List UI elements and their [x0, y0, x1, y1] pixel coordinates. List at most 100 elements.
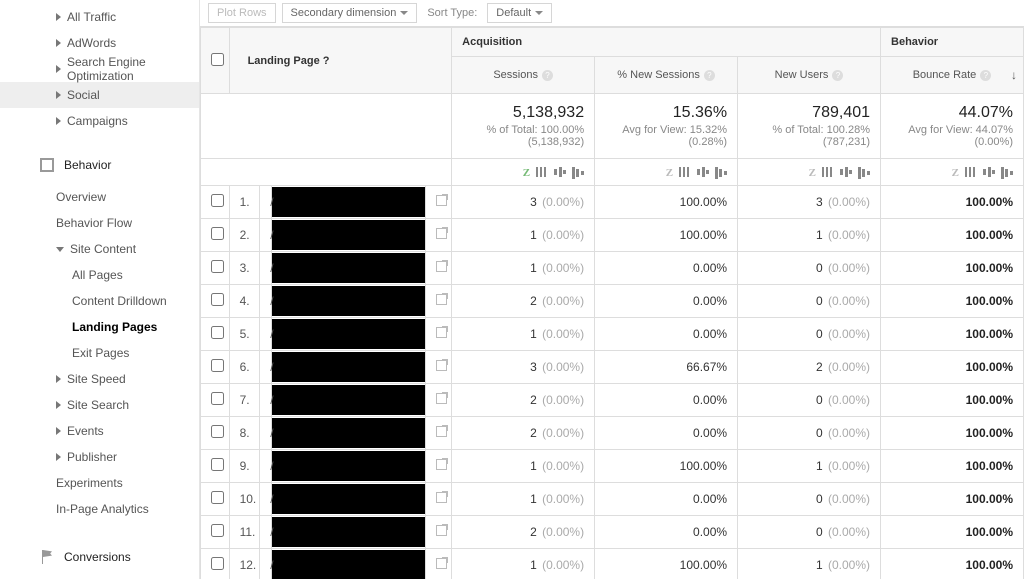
flag-icon: [40, 550, 54, 564]
sidebar-item[interactable]: Exit Pages: [0, 340, 199, 366]
sidebar-item[interactable]: Experiments: [0, 470, 199, 496]
open-link-icon[interactable]: [436, 360, 447, 371]
row-checkbox[interactable]: [211, 557, 224, 570]
help-icon[interactable]: ?: [542, 70, 553, 81]
row-page-redacted[interactable]: [272, 318, 425, 351]
row-page-redacted[interactable]: [272, 549, 425, 579]
col-sessions[interactable]: Sessions?: [452, 57, 595, 94]
row-page-redacted[interactable]: [272, 417, 425, 450]
row-page-redacted[interactable]: [272, 516, 425, 549]
cell-pct-new: 0.00%: [595, 483, 738, 516]
open-link-icon[interactable]: [436, 261, 447, 272]
row-checkbox[interactable]: [211, 524, 224, 537]
sidebar-item[interactable]: Publisher: [0, 444, 199, 470]
sidebar-item-label: Site Search: [67, 398, 129, 412]
sidebar-item-label: Social: [67, 88, 100, 102]
secondary-dimension-dropdown[interactable]: Secondary dimension: [282, 3, 418, 23]
open-link-icon[interactable]: [436, 558, 447, 569]
row-page-redacted[interactable]: [272, 186, 425, 219]
col-bounce-rate[interactable]: Bounce Rate?↓: [881, 57, 1024, 94]
row-page-redacted[interactable]: [272, 285, 425, 318]
row-checkbox[interactable]: [211, 260, 224, 273]
sidebar-item[interactable]: In-Page Analytics: [0, 496, 199, 522]
bars-icon: [679, 167, 691, 177]
open-link-icon[interactable]: [436, 393, 447, 404]
open-link-icon[interactable]: [436, 459, 447, 470]
sidebar-item[interactable]: Campaigns: [0, 108, 199, 134]
plot-rows-button[interactable]: Plot Rows: [208, 3, 276, 23]
sidebar-item[interactable]: All Pages: [0, 262, 199, 288]
select-all-checkbox[interactable]: [211, 53, 224, 66]
help-icon[interactable]: ?: [832, 70, 843, 81]
sidebar-item[interactable]: Overview: [0, 184, 199, 210]
row-page-redacted[interactable]: [272, 384, 425, 417]
sidebar-item[interactable]: Site Speed: [0, 366, 199, 392]
open-link-icon[interactable]: [436, 426, 447, 437]
cell-pct-new: 0.00%: [595, 252, 738, 285]
sidebar-item[interactable]: Behavior Flow: [0, 210, 199, 236]
sidebar-item-label: All Traffic: [67, 10, 116, 24]
open-link-icon[interactable]: [436, 228, 447, 239]
row-checkbox[interactable]: [211, 227, 224, 240]
summary-bounce: 44.07%Avg for View: 44.07%(0.00%): [881, 94, 1024, 159]
cell-pct-new: 100.00%: [595, 450, 738, 483]
bars-icon: [715, 167, 727, 179]
sidebar-item[interactable]: Events: [0, 418, 199, 444]
sidebar-item-label: Site Content: [70, 242, 136, 256]
row-page-redacted[interactable]: [272, 351, 425, 384]
cell-new-users: 0 (0.00%): [738, 384, 881, 417]
row-checkbox[interactable]: [211, 194, 224, 207]
row-checkbox[interactable]: [211, 425, 224, 438]
col-new-users[interactable]: New Users?: [738, 57, 881, 94]
caret-right-icon: [56, 453, 61, 461]
sidebar-item[interactable]: AdWords: [0, 30, 199, 56]
col-pct-new-sessions[interactable]: % New Sessions?: [595, 57, 738, 94]
sidebar-section-label: Behavior: [64, 158, 111, 172]
viz-toggle-newusers[interactable]: Z: [738, 159, 881, 186]
row-checkbox[interactable]: [211, 458, 224, 471]
open-link-icon[interactable]: [436, 294, 447, 305]
open-link-icon[interactable]: [436, 195, 447, 206]
sidebar-item[interactable]: Landing Pages: [0, 314, 199, 340]
sidebar-item-label: Campaigns: [67, 114, 128, 128]
sidebar-item[interactable]: All Traffic: [0, 4, 199, 30]
help-icon[interactable]: ?: [704, 70, 715, 81]
sort-type-dropdown[interactable]: Default: [487, 3, 552, 23]
row-page-redacted[interactable]: [272, 450, 425, 483]
row-checkbox[interactable]: [211, 293, 224, 306]
sidebar-item-site-content[interactable]: Site Content: [0, 236, 199, 262]
row-checkbox[interactable]: [211, 359, 224, 372]
row-path-slash: /: [260, 417, 272, 450]
cell-pct-new: 0.00%: [595, 417, 738, 450]
sidebar-section-behavior[interactable]: Behavior: [0, 152, 199, 178]
sidebar-item[interactable]: Search Engine Optimization: [0, 56, 199, 82]
viz-toggle-bounce[interactable]: Z: [881, 159, 1024, 186]
row-checkbox[interactable]: [211, 326, 224, 339]
row-page-redacted[interactable]: [272, 483, 425, 516]
cell-pct-new: 0.00%: [595, 384, 738, 417]
open-link-icon[interactable]: [436, 492, 447, 503]
viz-toggle-sessions[interactable]: Z: [452, 159, 595, 186]
row-checkbox[interactable]: [211, 491, 224, 504]
content-area: Plot Rows Secondary dimension Sort Type:…: [200, 0, 1024, 579]
row-page-redacted[interactable]: [272, 219, 425, 252]
sidebar-item-label: Exit Pages: [72, 346, 129, 360]
cell-pct-new: 66.67%: [595, 351, 738, 384]
row-page-redacted[interactable]: [272, 252, 425, 285]
sidebar-item[interactable]: Site Search: [0, 392, 199, 418]
sort-type-label: Sort Type:: [423, 3, 481, 23]
row-path-slash: /: [260, 351, 272, 384]
dimension-header[interactable]: Landing Page ?: [229, 28, 452, 94]
cell-sessions: 1 (0.00%): [452, 219, 595, 252]
open-link-icon[interactable]: [436, 525, 447, 536]
row-index: 7.: [229, 384, 260, 417]
row-checkbox[interactable]: [211, 392, 224, 405]
help-icon[interactable]: ?: [323, 55, 330, 67]
viz-toggle-pctnew[interactable]: Z: [595, 159, 738, 186]
open-link-icon[interactable]: [436, 327, 447, 338]
bars-icon: [965, 167, 977, 177]
help-icon[interactable]: ?: [980, 70, 991, 81]
sidebar-item[interactable]: Social: [0, 82, 199, 108]
sidebar-section-conversions[interactable]: Conversions: [0, 544, 199, 570]
sidebar-item[interactable]: Content Drilldown: [0, 288, 199, 314]
